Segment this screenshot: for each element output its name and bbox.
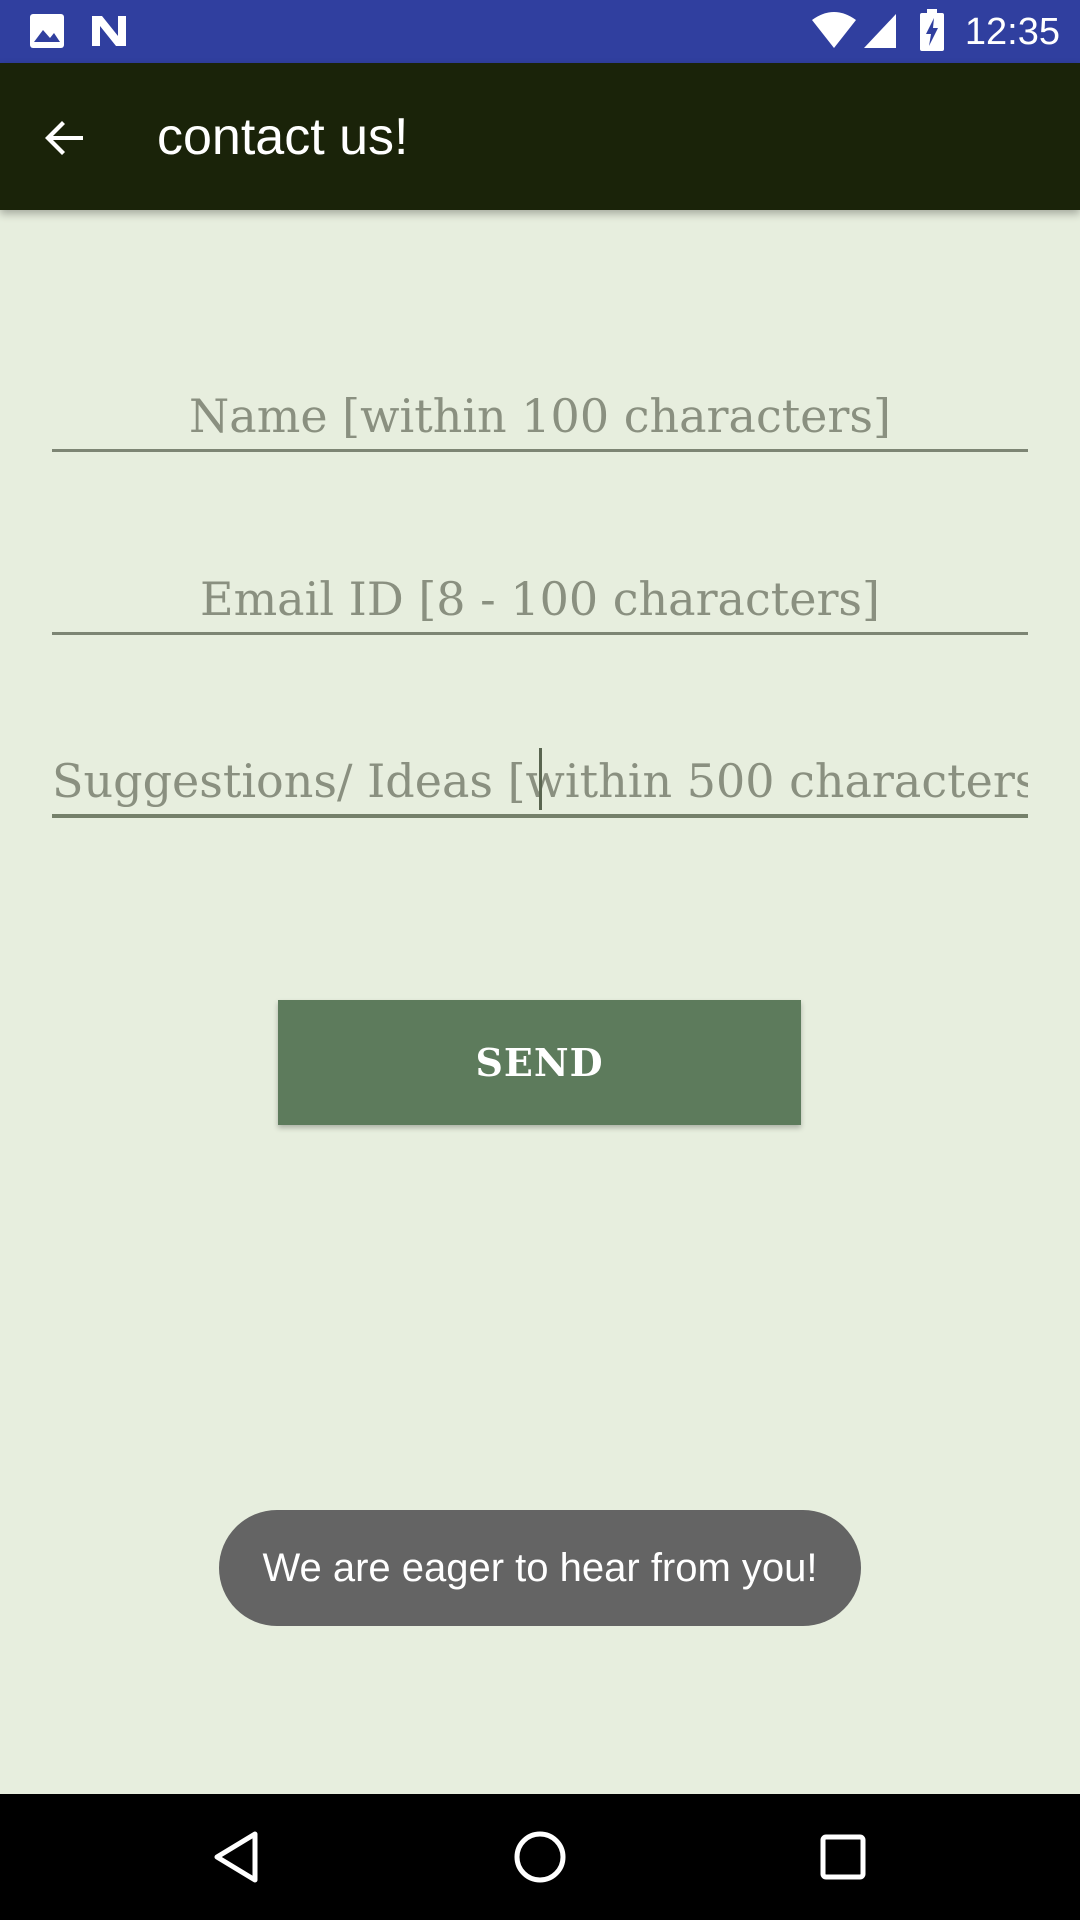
nav-back-button[interactable]	[201, 1822, 271, 1892]
recents-square-icon	[820, 1834, 866, 1880]
text-cursor	[539, 748, 542, 810]
toast-text: We are eager to hear from you!	[262, 1545, 818, 1590]
battery-charging-icon	[918, 8, 946, 57]
image-notification-icon	[28, 12, 66, 55]
back-triangle-icon	[214, 1831, 258, 1883]
wifi-icon	[810, 10, 858, 55]
contact-screen: 12:35 contact us! SEND We are eager to h…	[0, 0, 1080, 1920]
status-time: 12:35	[964, 11, 1060, 53]
arrow-back-icon	[45, 121, 83, 155]
nav-recents-button[interactable]	[808, 1822, 878, 1892]
toast-message: We are eager to hear from you!	[219, 1510, 861, 1626]
send-button[interactable]: SEND	[278, 1000, 801, 1125]
n-notification-icon	[88, 12, 130, 55]
app-bar: contact us!	[0, 63, 1080, 210]
back-button[interactable]	[30, 103, 100, 173]
email-input[interactable]	[52, 565, 1028, 635]
cellular-signal-icon	[862, 10, 898, 55]
page-title: contact us!	[157, 108, 409, 166]
navigation-bar	[0, 1794, 1080, 1920]
nav-home-button[interactable]	[505, 1822, 575, 1892]
home-circle-icon	[514, 1831, 566, 1883]
name-input[interactable]	[52, 382, 1028, 452]
status-bar: 12:35	[0, 0, 1080, 63]
